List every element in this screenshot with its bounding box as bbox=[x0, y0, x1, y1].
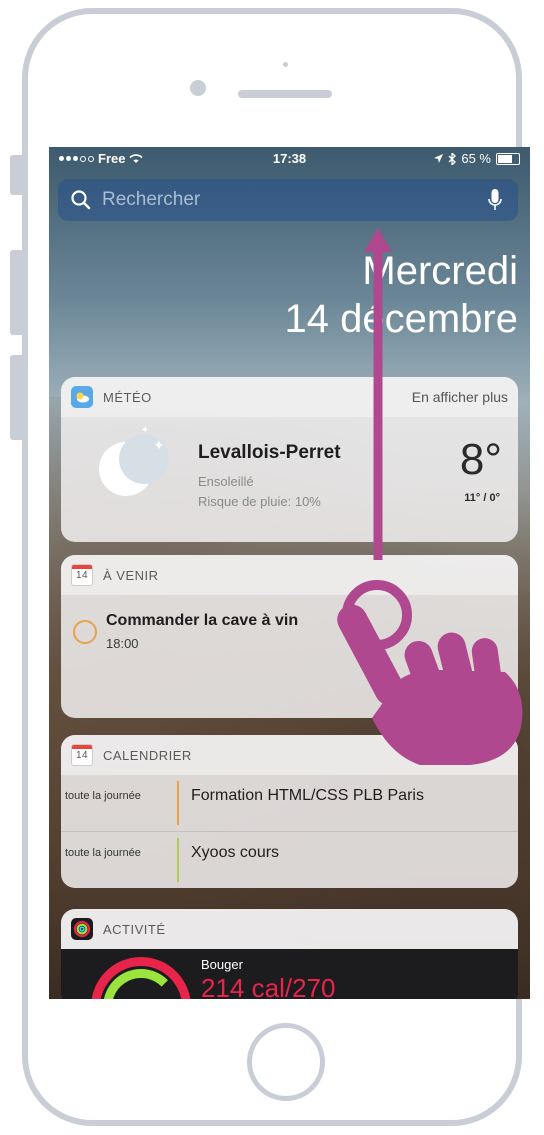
calendar-icon: 14 bbox=[71, 564, 93, 586]
home-button[interactable] bbox=[247, 1023, 325, 1101]
event-title: Xyoos cours bbox=[191, 844, 280, 861]
widget-header: MÉTÉO En afficher plus bbox=[61, 377, 518, 417]
condition: Ensoleillé bbox=[198, 474, 254, 489]
activity-widget[interactable]: ACTIVITÉ Bouger 214 cal/270 bbox=[61, 909, 518, 999]
event-status-icon bbox=[73, 620, 97, 644]
calendar-event-row[interactable]: toute la journée Formation HTML/CSS PLB … bbox=[61, 775, 518, 832]
event-when: toute la journée bbox=[65, 847, 141, 859]
weather-icon bbox=[71, 386, 93, 408]
magnifier-icon bbox=[71, 190, 91, 210]
event-title: Commander la cave à vin bbox=[106, 612, 299, 629]
volume-up-button bbox=[10, 250, 24, 335]
calendar-icon: 14 bbox=[71, 744, 93, 766]
widget-title: CALENDRIER bbox=[103, 747, 192, 763]
show-more-link[interactable]: En afficher plus bbox=[412, 389, 508, 405]
day-month: 14 décembre bbox=[284, 297, 518, 341]
battery-icon bbox=[496, 152, 520, 165]
move-label: Bouger bbox=[201, 957, 243, 972]
activity-content: Bouger 214 cal/270 bbox=[61, 949, 518, 999]
min-max-temperature: 11° / 0° bbox=[464, 492, 500, 504]
bluetooth-icon bbox=[448, 152, 457, 165]
calendar-event-row[interactable]: toute la journée Xyoos cours bbox=[61, 832, 518, 888]
mute-switch bbox=[10, 155, 24, 195]
city-name: Levallois-Perret bbox=[198, 442, 341, 463]
event-when: toute la journée bbox=[65, 790, 141, 802]
location-icon bbox=[434, 154, 444, 163]
star-icon: ✦ bbox=[153, 437, 165, 453]
widget-header: 14 CALENDRIER bbox=[61, 735, 518, 775]
earpiece-speaker bbox=[238, 90, 332, 98]
search-input[interactable] bbox=[102, 189, 488, 211]
event-color-bar bbox=[177, 781, 179, 825]
status-indicators: 65 % bbox=[434, 151, 520, 166]
upcoming-event[interactable]: Commander la cave à vin 18:00 bbox=[61, 595, 518, 718]
widget-title: ACTIVITÉ bbox=[103, 921, 166, 937]
date-header: Mercredi 14 décembre bbox=[285, 247, 518, 343]
today-view-screen: Free 17:38 65 % Mercredi 14 décembre bbox=[49, 147, 530, 999]
weather-content: ✦ ✦ Levallois-Perret Ensoleillé Risque d… bbox=[61, 417, 518, 542]
activity-icon bbox=[71, 918, 93, 940]
widget-header: 14 À VENIR bbox=[61, 555, 518, 595]
rain-chance: Risque de pluie: 10% bbox=[198, 494, 321, 509]
search-bar[interactable] bbox=[58, 179, 518, 221]
widget-title: MÉTÉO bbox=[103, 389, 152, 405]
move-value: 214 cal/270 bbox=[201, 973, 336, 999]
current-temperature: 8° bbox=[459, 435, 502, 484]
calendar-widget[interactable]: 14 CALENDRIER toute la journée Formation… bbox=[61, 735, 518, 888]
volume-down-button bbox=[10, 355, 24, 440]
front-camera bbox=[190, 80, 206, 96]
event-time: 18:00 bbox=[106, 636, 139, 651]
weekday: Mercredi bbox=[362, 249, 518, 293]
event-color-bar bbox=[177, 838, 179, 882]
upcoming-widget[interactable]: 14 À VENIR Commander la cave à vin 18:00 bbox=[61, 555, 518, 718]
widget-title: À VENIR bbox=[103, 567, 159, 583]
widget-header: ACTIVITÉ bbox=[61, 909, 518, 949]
battery-percent: 65 % bbox=[461, 151, 491, 166]
proximity-sensor bbox=[283, 62, 288, 67]
star-icon: ✦ bbox=[141, 425, 150, 436]
weather-widget[interactable]: MÉTÉO En afficher plus ✦ ✦ Levallois-Per… bbox=[61, 377, 518, 542]
microphone-icon[interactable] bbox=[488, 188, 502, 212]
event-title: Formation HTML/CSS PLB Paris bbox=[191, 787, 424, 804]
status-bar: Free 17:38 65 % bbox=[49, 147, 530, 169]
